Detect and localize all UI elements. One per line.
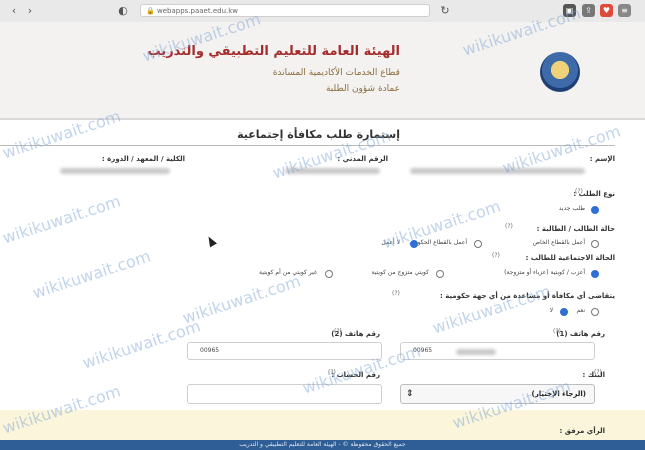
help-icon[interactable]: (?) (505, 223, 513, 230)
help-icon[interactable]: (?) (392, 290, 400, 297)
watermark: wikikuwait.com (30, 246, 153, 303)
paaet-logo (540, 52, 580, 92)
help-icon[interactable]: (?) (575, 188, 583, 195)
social-status-label: الحالة الاجتماعية للطالب : (525, 254, 615, 262)
pocket-icon[interactable]: ♥ (600, 4, 613, 17)
social-single-radio[interactable] (591, 270, 599, 278)
college-value (60, 168, 170, 174)
name-label: الإسم : (589, 155, 615, 163)
header-subtitle-sector: قطاع الخدمات الأكاديمية المساندة (272, 68, 400, 78)
request-type-new-label: طلب جديد (558, 205, 585, 212)
page-footer: جميع الحقوق محفوظة © - الهيئة العامة للت… (0, 440, 645, 450)
watermark: wikikuwait.com (430, 281, 553, 338)
help-icon[interactable]: (?) (492, 252, 500, 259)
help-icon[interactable]: (?) (334, 328, 342, 335)
chevron-right-icon[interactable]: › (22, 4, 38, 18)
watermark: wikikuwait.com (0, 191, 123, 248)
status-gov-radio[interactable] (474, 240, 482, 248)
share-icon[interactable]: ⇪ (582, 4, 595, 17)
select-arrow-icon: ⇕ (406, 389, 414, 399)
phone1-input[interactable]: 00965 (400, 342, 595, 360)
social-married-label: كويتي متزوج من كويتية (371, 269, 429, 276)
watermark: wikikuwait.com (180, 271, 303, 328)
watermark: wikikuwait.com (80, 316, 203, 373)
mouse-cursor-icon (205, 234, 217, 248)
phone1-label: رقم هاتف (1) (556, 330, 605, 338)
phone2-input[interactable]: 00965 (187, 342, 382, 360)
help-icon[interactable]: (?) (553, 328, 561, 335)
notice-band (0, 410, 645, 440)
gov-aid-yes-label: نعم (576, 307, 585, 314)
account-input[interactable] (187, 384, 382, 404)
name-value (410, 168, 585, 174)
menu-icon[interactable]: ≡ (618, 4, 631, 17)
social-married-radio[interactable] (436, 270, 444, 278)
chevron-left-icon[interactable]: ‹ (6, 4, 22, 18)
social-single-label: أعزب / كويتية (عزباء أو متزوجة) (504, 269, 585, 276)
lock-icon: 🔒 (146, 7, 155, 15)
student-status-label: حالة الطالب / الطالبة : (536, 225, 615, 233)
phone2-prefix: 00965 (200, 347, 220, 354)
gov-aid-yes-radio[interactable] (591, 308, 599, 316)
gov-aid-no-label: لا (549, 307, 553, 314)
phone1-number (456, 349, 496, 355)
request-type-new-radio[interactable] (591, 206, 599, 214)
header-subtitle-deanship: عمادة شؤون الطلبة (325, 84, 400, 94)
college-label: الكلية / المعهد / الدورة : (101, 155, 185, 163)
extra-label: الرأي مرفق : (559, 427, 605, 435)
gov-aid-no-radio[interactable] (560, 308, 568, 316)
form-title-divider (0, 145, 615, 146)
shield-icon[interactable]: ◐ (115, 4, 131, 18)
social-noncitizen-radio[interactable] (325, 270, 333, 278)
status-private-label: أعمل بالقطاع الخاص (532, 239, 585, 246)
reload-icon[interactable]: ↻ (437, 4, 453, 18)
help-icon[interactable]: (?) (594, 369, 602, 376)
status-private-radio[interactable] (591, 240, 599, 248)
url-text: webapps.paaet.edu.kw (157, 7, 239, 15)
address-bar[interactable]: 🔒 webapps.paaet.edu.kw (140, 4, 430, 17)
